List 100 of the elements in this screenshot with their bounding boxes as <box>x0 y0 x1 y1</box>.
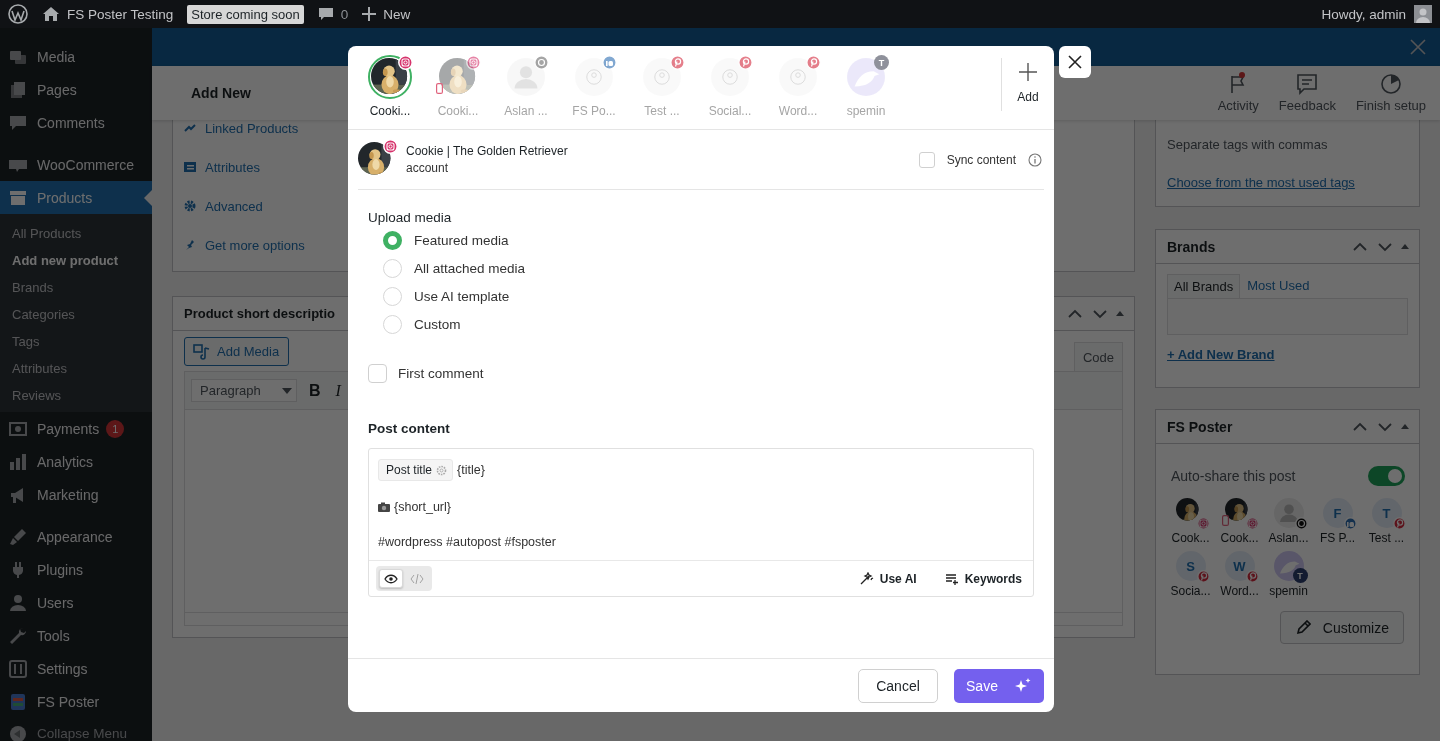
submenu-item[interactable]: Brands <box>0 274 152 301</box>
account-item[interactable]: Word... <box>764 46 832 129</box>
avatar-initial: W <box>1224 551 1255 581</box>
submenu-item[interactable]: Attributes <box>0 355 152 382</box>
account-item[interactable]: W Word... <box>1215 551 1264 598</box>
account-item[interactable]: T spemin <box>1264 551 1313 598</box>
content-editor[interactable]: Post title {title} {short_url} #wordpress #autopost #fsposter Use AI Keywords <box>368 448 1034 597</box>
variable-chip[interactable]: Post title <box>378 459 454 481</box>
menu-item[interactable]: Media <box>0 40 152 73</box>
user-icon <box>711 58 749 96</box>
logo-icon <box>8 4 28 24</box>
plus-icon <box>1019 63 1037 81</box>
menu-item[interactable]: FS Poster <box>0 685 152 718</box>
account-item[interactable]: Test ... <box>628 46 696 129</box>
account-item[interactable]: Aslan ... <box>492 46 560 129</box>
close-button[interactable] <box>1059 46 1091 78</box>
menu-item[interactable]: Settings <box>0 652 152 685</box>
submenu-item[interactable]: Categories <box>0 301 152 328</box>
home-icon <box>42 6 60 22</box>
italic-button[interactable]: I <box>332 381 344 400</box>
format-select[interactable]: Paragraph <box>191 379 297 402</box>
account-item[interactable]: T Test ... <box>1362 498 1411 545</box>
account-item[interactable]: Cook... <box>1215 498 1264 545</box>
menu-item[interactable]: Comments <box>0 106 152 139</box>
menu-item[interactable]: Pages <box>0 73 152 106</box>
account-item[interactable]: Aslan... <box>1264 498 1313 545</box>
submenu-item[interactable]: All Products <box>0 220 152 247</box>
header-action[interactable]: Finish setup <box>1345 73 1436 113</box>
menu-item[interactable]: Tools <box>0 619 152 652</box>
bar-chart-icon <box>8 451 28 472</box>
customize-button[interactable]: Customize <box>1279 611 1404 644</box>
submenu-item[interactable]: Tags <box>0 328 152 355</box>
avatar-initial: S <box>1175 551 1206 581</box>
menu-item[interactable]: Products <box>0 181 152 214</box>
tab[interactable]: All Brands <box>1167 274 1241 298</box>
user-icon <box>643 58 681 96</box>
tab-link[interactable]: Attributes <box>183 159 260 175</box>
tool-button[interactable]: Use AI <box>859 571 917 586</box>
pinterest-icon <box>1245 570 1259 583</box>
menu-item[interactable]: Collapse Menu <box>0 718 152 741</box>
close-icon <box>1410 39 1426 55</box>
radio-button[interactable] <box>383 259 402 278</box>
tab[interactable]: Most Used <box>1240 274 1317 298</box>
pinterest-icon <box>1392 517 1406 530</box>
menu-item[interactable]: Appearance <box>0 520 152 553</box>
account-item[interactable]: F FS P... <box>1313 498 1362 545</box>
site-name-link[interactable]: FS Poster Testing <box>42 6 174 22</box>
avatar-initial: F <box>1322 498 1353 528</box>
submenu-item[interactable]: Add new product <box>0 247 152 274</box>
submenu-item[interactable]: Reviews <box>0 382 152 409</box>
cancel-button[interactable]: Cancel <box>858 668 938 703</box>
add-account-button[interactable]: Add <box>1001 58 1054 111</box>
account-item[interactable]: Cooki... <box>356 46 424 129</box>
tab-link[interactable]: Linked Products <box>183 120 299 136</box>
header-action[interactable]: Activity <box>1207 73 1269 113</box>
instagram-icon <box>1196 517 1210 530</box>
menu-item[interactable]: Marketing <box>0 478 152 511</box>
radio-button[interactable] <box>383 287 402 306</box>
template-text: {short_url} <box>394 500 451 514</box>
add-media-button[interactable]: Add Media <box>184 337 290 366</box>
checkbox[interactable] <box>368 364 387 383</box>
add-brand-link[interactable]: + Add New Brand <box>1167 347 1275 362</box>
pencil-icon <box>1294 619 1311 636</box>
account-item[interactable]: Social... <box>696 46 764 129</box>
account-link[interactable]: Howdy, admin <box>1321 6 1406 22</box>
save-button[interactable]: Save <box>954 668 1044 703</box>
user-icon <box>575 58 613 96</box>
radio-button[interactable] <box>383 231 402 250</box>
page-title: Add New <box>191 85 251 101</box>
radio-button[interactable] <box>383 315 402 334</box>
instagram-icon <box>466 55 481 70</box>
radio-label: Featured media <box>414 233 509 248</box>
menu-item[interactable]: WooCommerce <box>0 148 152 181</box>
list-icon <box>944 571 959 586</box>
comments-link[interactable]: 0 <box>317 6 349 22</box>
account-item[interactable]: Cook... <box>1166 498 1215 545</box>
collapse-icon <box>8 723 28 741</box>
checkbox[interactable] <box>918 151 935 168</box>
editor-tab[interactable]: Code <box>1073 342 1123 371</box>
toggle-switch[interactable] <box>1368 466 1405 486</box>
header-action[interactable]: Feedback <box>1268 73 1346 113</box>
user-icon <box>779 58 817 96</box>
tags-link[interactable]: Choose from the most used tags <box>1167 175 1355 190</box>
triangle-icon <box>1401 244 1409 249</box>
menu-item[interactable]: Payments 1 <box>0 412 152 445</box>
tab-link[interactable]: Get more options <box>183 237 305 253</box>
pinterest-icon <box>1196 570 1210 583</box>
account-item[interactable]: FS Po... <box>560 46 628 129</box>
bold-button[interactable]: B <box>306 381 324 400</box>
account-item[interactable]: T spemin <box>832 46 900 129</box>
menu-item[interactable]: Analytics <box>0 445 152 478</box>
account-item[interactable]: Cooki... <box>424 46 492 129</box>
menu-item[interactable]: Users <box>0 586 152 619</box>
instagram-icon <box>1245 517 1259 530</box>
tool-button[interactable]: Keywords <box>944 571 1022 586</box>
preview-button[interactable] <box>379 569 403 588</box>
new-link[interactable]: New <box>362 6 411 22</box>
menu-item[interactable]: Plugins <box>0 553 152 586</box>
account-item[interactable]: S Socia... <box>1166 551 1215 598</box>
tab-link[interactable]: Advanced <box>183 198 263 214</box>
